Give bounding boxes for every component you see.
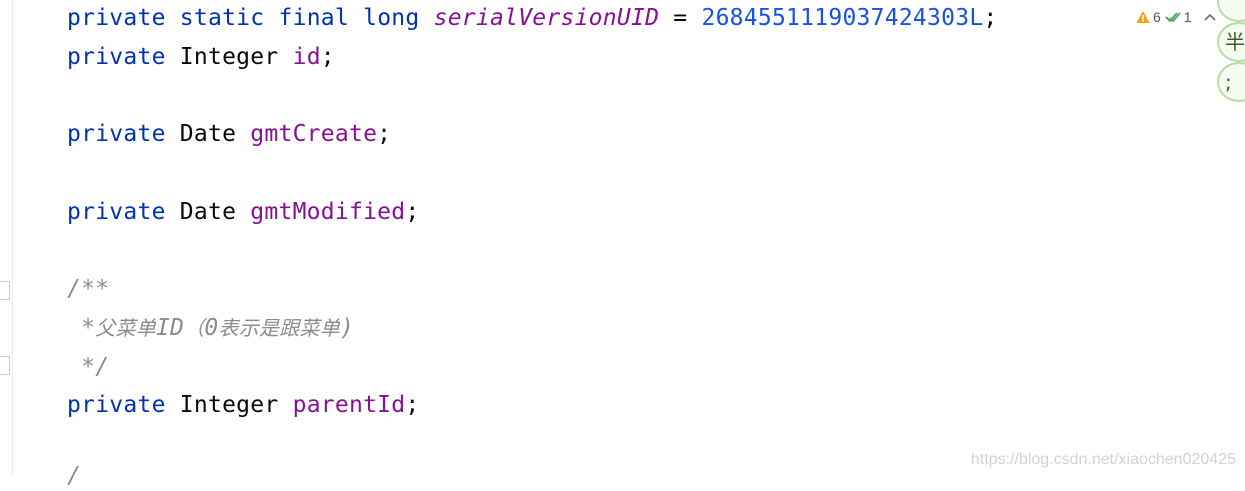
side-decoration: ; (1217, 62, 1245, 102)
code-token: private (67, 392, 166, 418)
side-decoration: 半 (1217, 22, 1245, 62)
typos-count: 1 (1183, 9, 1192, 25)
code-token: long (363, 5, 420, 31)
warnings-count: 6 (1153, 9, 1161, 25)
watermark: https://blog.csdn.net/xiaochen020425 (970, 451, 1236, 468)
code-token: * (67, 315, 96, 341)
inspection-widget[interactable]: 6 1 (1136, 7, 1218, 27)
code-token: / (67, 463, 82, 489)
code-token: ; (377, 121, 392, 147)
code-token: = (659, 5, 702, 31)
code-line-10[interactable]: */ (67, 352, 109, 382)
code-token: ; (320, 44, 335, 70)
code-token: serialVersionUID (433, 5, 660, 31)
code-token: private (67, 44, 166, 70)
code-token: id (292, 44, 321, 70)
code-token: 表示是跟菜单 (218, 316, 341, 340)
code-token: parentId (292, 392, 406, 418)
code-token: */ (67, 354, 110, 380)
code-line-9[interactable]: *父菜单ID（0表示是跟菜单) (67, 313, 354, 343)
code-token: Date (179, 121, 237, 147)
code-token: private (67, 121, 166, 147)
code-token: Date (179, 199, 237, 225)
code-line-4[interactable]: private Date gmtCreate; (67, 119, 391, 149)
code-token: （ (184, 316, 205, 340)
code-line-13[interactable]: / (67, 461, 81, 491)
code-line-2[interactable]: private Integer id; (67, 42, 335, 72)
warnings-indicator[interactable]: 6 (1136, 9, 1161, 25)
code-token: gmtCreate (250, 121, 378, 147)
code-token: 0 (204, 315, 219, 341)
code-token: ; (405, 199, 420, 225)
chevron-up-icon[interactable] (1202, 10, 1218, 24)
code-token: 2684551119037424303L (701, 5, 984, 31)
editor-gutter (0, 0, 13, 476)
code-token: ; (983, 5, 998, 31)
fold-marker[interactable] (0, 356, 10, 375)
code-token: ; (405, 392, 420, 418)
code-line-11[interactable]: private Integer parentId; (67, 390, 419, 420)
code-token: Integer (179, 392, 279, 418)
code-token: ID (155, 315, 185, 341)
typos-indicator[interactable]: 1 (1165, 9, 1192, 25)
code-line-6[interactable]: private Date gmtModified; (67, 197, 419, 227)
code-token: private (67, 199, 166, 225)
code-token: static (179, 5, 265, 31)
code-line-1[interactable]: private static final long serialVersionU… (67, 3, 998, 33)
code-line-8[interactable]: /** (67, 274, 109, 304)
warning-triangle-icon (1136, 11, 1150, 23)
code-token: final (278, 5, 349, 31)
code-token: private (67, 5, 166, 31)
fold-marker[interactable] (0, 281, 10, 300)
double-check-icon (1165, 12, 1181, 23)
code-token: /** (67, 276, 110, 302)
code-token: 父菜单 (95, 316, 156, 340)
code-token: gmtModified (250, 199, 406, 225)
code-token: Integer (179, 44, 279, 70)
side-decoration (1217, 0, 1245, 22)
code-token: ) (340, 315, 355, 341)
